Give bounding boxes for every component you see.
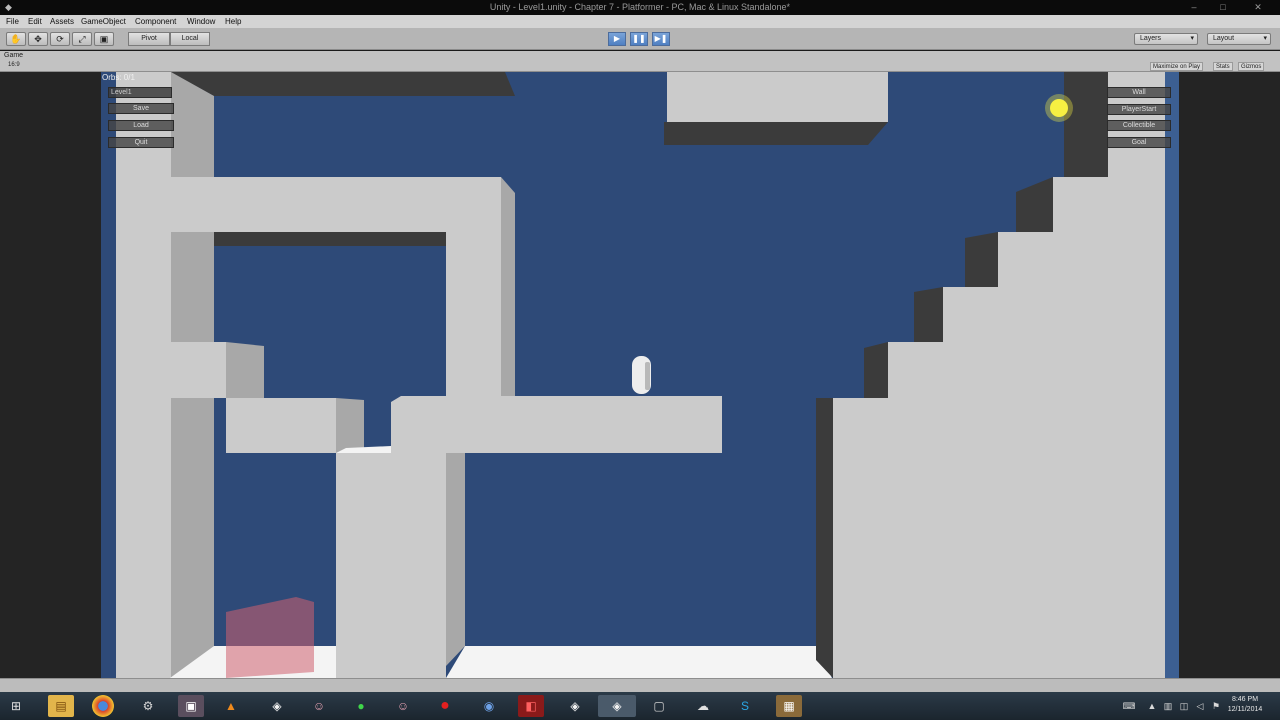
layers-dropdown[interactable]: Layers ▾ [1134, 33, 1198, 45]
flag-icon[interactable]: ▲ [1146, 700, 1158, 712]
chevron-down-icon: ▾ [1190, 35, 1194, 42]
vlc-icon[interactable]: ▲ [218, 695, 244, 717]
unreal-icon[interactable]: ◉ [476, 695, 502, 717]
minimize-button[interactable]: – [1186, 1, 1202, 13]
collectible-orb [1050, 99, 1068, 117]
pause-icon: ❚❚ [632, 34, 646, 43]
unity2-icon[interactable]: ◈ [562, 695, 588, 717]
menu-bar: File Edit Assets GameObject Component Wi… [0, 15, 1280, 28]
step-icon: ▶❚ [654, 34, 668, 43]
cloud-app-icon[interactable]: ☁ [690, 695, 716, 717]
rotate-tool-button[interactable]: ⟳ [50, 32, 70, 46]
main-platform [391, 396, 722, 453]
menu-component[interactable]: Component [135, 17, 176, 26]
quit-button[interactable]: Quit [108, 137, 174, 148]
skype-icon[interactable]: S [732, 695, 758, 717]
menu-assets[interactable]: Assets [50, 17, 74, 26]
window-title: Unity - Level1.unity - Chapter 7 - Platf… [489, 2, 791, 12]
layout-dropdown[interactable]: Layout ▾ [1207, 33, 1271, 45]
monitor-app-icon[interactable]: ▣ [178, 695, 204, 717]
record-icon[interactable]: ● [432, 695, 458, 717]
clock-date: 12/11/2014 [1227, 706, 1263, 713]
android-icon[interactable]: ● [348, 695, 374, 717]
unity-icon[interactable]: ◈ [264, 695, 290, 717]
layers-label: Layers [1140, 35, 1162, 42]
rect-tool-icon: ▣ [99, 34, 109, 44]
game-tab-strip: Game 16:9 Maximize on Play Stats Gizmos [0, 51, 1280, 72]
layout-label: Layout [1213, 35, 1235, 42]
menu-gameobject[interactable]: GameObject [81, 17, 126, 26]
keyboard-icon[interactable]: ⌨ [1120, 700, 1138, 712]
aspect-dropdown[interactable]: 16:9 [8, 62, 20, 68]
notification-icon[interactable]: ◫ [1178, 700, 1190, 712]
left-wall [116, 72, 171, 678]
pivot-toggle[interactable]: Pivot [128, 32, 170, 46]
title-bar: ◆ Unity - Level1.unity - Chapter 7 - Pla… [0, 0, 1280, 15]
game-scene [0, 72, 1280, 678]
maximize-on-play-toggle[interactable]: Maximize on Play [1150, 62, 1204, 71]
app-red-icon[interactable]: ◧ [518, 695, 544, 717]
tab-game[interactable]: Game [4, 52, 23, 59]
system-clock[interactable]: 8:46 PM 12/11/2014 [1224, 695, 1266, 715]
hand-icon: ✋ [10, 34, 22, 44]
explorer-icon[interactable]: ▤ [48, 695, 74, 717]
scale-icon: ⤢ [78, 34, 86, 44]
steam-icon[interactable]: ⚙ [135, 695, 161, 717]
character-app2-icon[interactable]: ☺ [390, 695, 416, 717]
status-bar [0, 678, 1280, 692]
load-button[interactable]: Load [108, 120, 174, 131]
toolbar: ✋ ✥ ⟳ ⤢ ▣ Pivot Local ▶ ❚❚ ▶❚ Layers ▾ L… [0, 28, 1280, 50]
flag2-icon[interactable]: ⚑ [1210, 700, 1222, 712]
pause-button[interactable]: ❚❚ [630, 32, 648, 46]
unity3-icon[interactable]: ◈ [598, 695, 636, 717]
gizmos-toggle[interactable]: Gizmos [1238, 62, 1265, 71]
windows-taskbar: ⊞ ▤ ⚙ ▣ ▲ ◈ ☺ ● ☺ ● ◉ ◧ ◈ ◈ ▢ ☁ S ▦ ⌨ ▲ … [0, 692, 1280, 720]
menu-window[interactable]: Window [187, 17, 215, 26]
step-button[interactable]: ▶❚ [652, 32, 670, 46]
start-icon[interactable]: ⊞ [3, 695, 29, 717]
network-icon[interactable]: ▥ [1162, 700, 1174, 712]
play-icon: ▶ [613, 34, 621, 43]
chevron-down-icon: ▾ [1263, 35, 1267, 42]
move-tool-button[interactable]: ✥ [28, 32, 48, 46]
game-view[interactable]: Orbs: 0/1 Level1 Save Load Quit Wall Pla… [0, 72, 1280, 678]
close-button[interactable]: ✕ [1250, 1, 1266, 13]
move-icon: ✥ [34, 34, 42, 44]
play-button[interactable]: ▶ [608, 32, 626, 46]
level-name-field[interactable]: Level1 [108, 87, 172, 98]
character-app-icon[interactable]: ☺ [306, 695, 332, 717]
playerstart-button[interactable]: PlayerStart [1107, 104, 1171, 115]
window-app-icon[interactable]: ▢ [646, 695, 672, 717]
clock-time: 8:46 PM [1231, 696, 1259, 703]
hand-tool-button[interactable]: ✋ [6, 32, 26, 46]
scale-tool-button[interactable]: ⤢ [72, 32, 92, 46]
goal-button[interactable]: Goal [1107, 137, 1171, 148]
menu-edit[interactable]: Edit [28, 17, 42, 26]
menu-file[interactable]: File [6, 17, 19, 26]
stats-toggle[interactable]: Stats [1213, 62, 1233, 71]
photo-app-icon[interactable]: ▦ [776, 695, 802, 717]
rotate-icon: ⟳ [56, 34, 64, 44]
menu-help[interactable]: Help [225, 17, 241, 26]
orbs-counter: Orbs: 0/1 [102, 73, 135, 82]
rect-tool-button[interactable]: ▣ [94, 32, 114, 46]
maximize-button[interactable]: □ [1215, 1, 1231, 13]
volume-icon[interactable]: ◁ [1194, 700, 1206, 712]
chrome-icon[interactable] [92, 695, 114, 717]
save-button[interactable]: Save [108, 103, 174, 114]
local-toggle[interactable]: Local [170, 32, 210, 46]
collectible-button[interactable]: Collectible [1107, 120, 1171, 131]
wall-button[interactable]: Wall [1107, 87, 1171, 98]
